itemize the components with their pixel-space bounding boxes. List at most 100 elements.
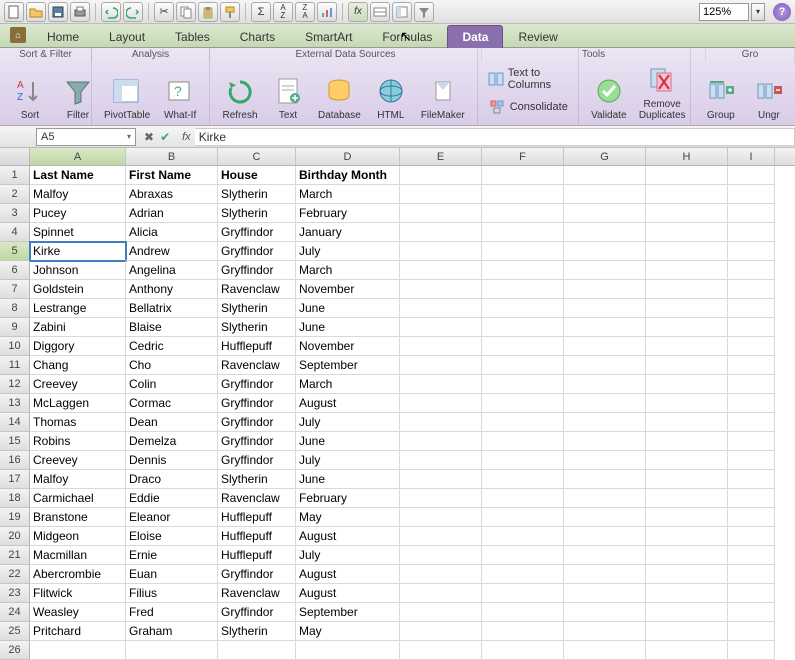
- cell[interactable]: [564, 337, 646, 356]
- tab-data[interactable]: Data: [447, 25, 503, 48]
- col-header-E[interactable]: E: [400, 148, 482, 165]
- cell[interactable]: August: [296, 584, 400, 603]
- cell[interactable]: Hufflepuff: [218, 546, 296, 565]
- cell[interactable]: [564, 622, 646, 641]
- row-header[interactable]: 9: [0, 318, 30, 337]
- cell[interactable]: [564, 280, 646, 299]
- cell[interactable]: [728, 603, 775, 622]
- cell[interactable]: May: [296, 508, 400, 527]
- cell[interactable]: Lestrange: [30, 299, 126, 318]
- cell[interactable]: Malfoy: [30, 470, 126, 489]
- cell[interactable]: [646, 280, 728, 299]
- tab-home[interactable]: Home: [32, 25, 94, 48]
- undo-icon[interactable]: [101, 2, 121, 22]
- cell[interactable]: [646, 318, 728, 337]
- col-header-D[interactable]: D: [296, 148, 400, 165]
- cell[interactable]: Bellatrix: [126, 299, 218, 318]
- cell[interactable]: June: [296, 432, 400, 451]
- tab-review[interactable]: Review: [503, 25, 572, 48]
- cell[interactable]: [482, 261, 564, 280]
- cell[interactable]: July: [296, 413, 400, 432]
- text-import-button[interactable]: Text: [264, 72, 312, 123]
- col-header-G[interactable]: G: [564, 148, 646, 165]
- cell[interactable]: Slytherin: [218, 318, 296, 337]
- cell[interactable]: [482, 603, 564, 622]
- cell[interactable]: Colin: [126, 375, 218, 394]
- cell[interactable]: [728, 261, 775, 280]
- cell[interactable]: Alicia: [126, 223, 218, 242]
- tab-formulas[interactable]: Formulas: [367, 25, 447, 48]
- cell[interactable]: Birthday Month: [296, 166, 400, 185]
- cell[interactable]: Thomas: [30, 413, 126, 432]
- cell[interactable]: [126, 641, 218, 660]
- cell[interactable]: Midgeon: [30, 527, 126, 546]
- cell[interactable]: [400, 223, 482, 242]
- cell[interactable]: [400, 546, 482, 565]
- html-import-button[interactable]: HTML: [367, 72, 415, 123]
- cell[interactable]: [482, 185, 564, 204]
- cell[interactable]: [728, 489, 775, 508]
- cell[interactable]: [728, 527, 775, 546]
- cell[interactable]: [400, 242, 482, 261]
- cell[interactable]: [482, 565, 564, 584]
- cell[interactable]: [646, 622, 728, 641]
- cell[interactable]: Adrian: [126, 204, 218, 223]
- cell[interactable]: Abraxas: [126, 185, 218, 204]
- cell[interactable]: Last Name: [30, 166, 126, 185]
- col-header-A[interactable]: A: [30, 148, 126, 165]
- cell[interactable]: [728, 337, 775, 356]
- cell[interactable]: November: [296, 337, 400, 356]
- show-formulas-icon[interactable]: [370, 2, 390, 22]
- text-to-columns-button[interactable]: Text to Columns: [484, 65, 572, 93]
- cell[interactable]: [482, 337, 564, 356]
- cell[interactable]: [564, 508, 646, 527]
- cell[interactable]: [646, 565, 728, 584]
- cell[interactable]: Flitwick: [30, 584, 126, 603]
- cell[interactable]: [564, 318, 646, 337]
- cell[interactable]: Slytherin: [218, 622, 296, 641]
- cell[interactable]: Angelina: [126, 261, 218, 280]
- cell[interactable]: Gryffindor: [218, 394, 296, 413]
- cell[interactable]: [646, 413, 728, 432]
- row-header[interactable]: 20: [0, 527, 30, 546]
- cell[interactable]: [400, 489, 482, 508]
- tab-charts[interactable]: Charts: [225, 25, 290, 48]
- cell[interactable]: [646, 432, 728, 451]
- filemaker-button[interactable]: FileMaker: [415, 72, 471, 123]
- cell[interactable]: Dean: [126, 413, 218, 432]
- save-icon[interactable]: [48, 2, 68, 22]
- cell[interactable]: January: [296, 223, 400, 242]
- cell[interactable]: [646, 185, 728, 204]
- cell[interactable]: [400, 451, 482, 470]
- help-icon[interactable]: ?: [773, 3, 791, 21]
- cell[interactable]: [728, 280, 775, 299]
- cell[interactable]: [400, 356, 482, 375]
- cell[interactable]: Gryffindor: [218, 261, 296, 280]
- cell[interactable]: Carmichael: [30, 489, 126, 508]
- whatif-button[interactable]: ? What-If: [156, 72, 204, 123]
- accept-formula-icon[interactable]: ✔: [160, 130, 170, 144]
- cell[interactable]: Zabini: [30, 318, 126, 337]
- col-header-C[interactable]: C: [218, 148, 296, 165]
- cell[interactable]: [728, 565, 775, 584]
- cell[interactable]: [400, 432, 482, 451]
- chart-icon[interactable]: [317, 2, 337, 22]
- cell[interactable]: September: [296, 356, 400, 375]
- row-header[interactable]: 12: [0, 375, 30, 394]
- cell[interactable]: [400, 641, 482, 660]
- cell[interactable]: Abercrombie: [30, 565, 126, 584]
- cell[interactable]: [482, 432, 564, 451]
- row-header[interactable]: 15: [0, 432, 30, 451]
- row-header[interactable]: 8: [0, 299, 30, 318]
- cell[interactable]: Spinnet: [30, 223, 126, 242]
- cell[interactable]: [400, 318, 482, 337]
- cell[interactable]: [482, 641, 564, 660]
- cell[interactable]: [646, 470, 728, 489]
- cell[interactable]: Pucey: [30, 204, 126, 223]
- cell[interactable]: [400, 375, 482, 394]
- row-header[interactable]: 14: [0, 413, 30, 432]
- group-button[interactable]: Group: [697, 72, 745, 123]
- cell[interactable]: [728, 508, 775, 527]
- cell[interactable]: [646, 489, 728, 508]
- cell[interactable]: [564, 584, 646, 603]
